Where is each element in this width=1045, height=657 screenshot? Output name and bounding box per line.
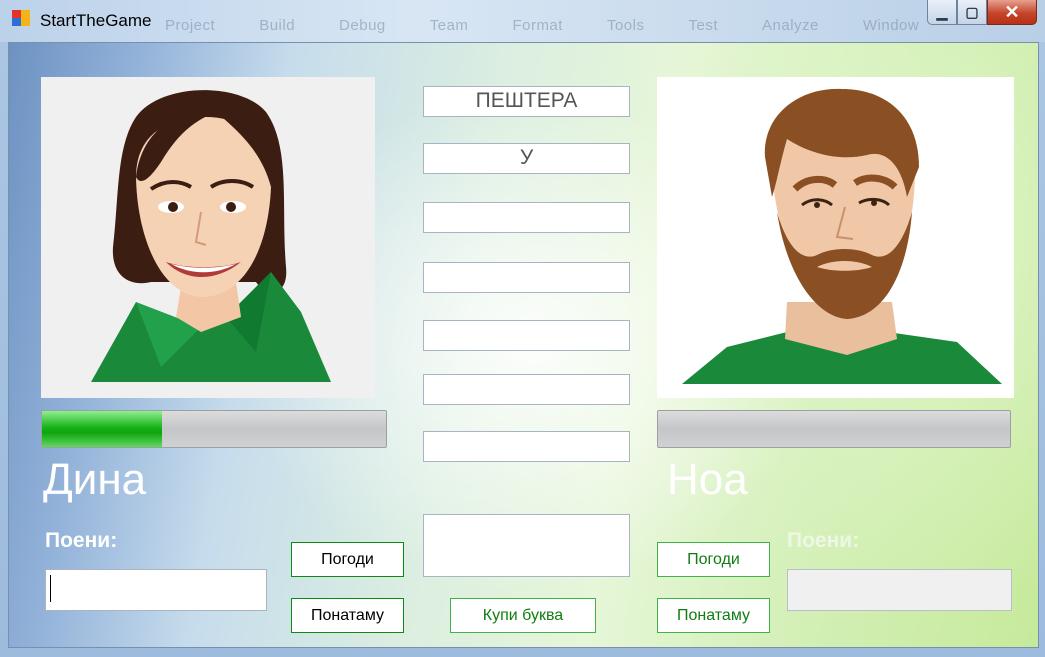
word-box-6[interactable] (423, 374, 630, 405)
word-box-2[interactable]: У (423, 143, 630, 174)
player2-avatar (657, 77, 1014, 398)
background-menu-item: Window (862, 17, 920, 34)
background-menu-item: Tools (606, 17, 645, 34)
word-box-5[interactable] (423, 320, 630, 351)
window-title: StartTheGame (40, 11, 152, 30)
player2-name: Ноа (667, 455, 748, 504)
close-button[interactable]: ✕ (987, 0, 1037, 25)
background-menu-item: Project (165, 17, 216, 34)
player2-points-label: Поени: (787, 529, 860, 552)
word-box-1[interactable]: ПЕШТЕРА (423, 86, 630, 117)
player1-next-button[interactable]: Понатаму (291, 598, 404, 633)
player1-guess-button[interactable]: Погоди (291, 542, 404, 577)
background-menu-item: Debug (339, 17, 386, 34)
maximize-button[interactable]: ▢ (957, 0, 987, 25)
player2-progress-bar (657, 410, 1011, 448)
female-avatar-icon (91, 90, 331, 382)
text-cursor (50, 575, 51, 602)
player1-progress-bar (41, 410, 387, 448)
player2-next-button[interactable]: Понатаму (657, 598, 770, 633)
app-window: StartTheGame Project Build Debug Team Format… (0, 0, 1045, 657)
word-box-3[interactable] (423, 202, 630, 233)
player1-points-label: Поени: (45, 529, 118, 552)
player1-avatar (41, 77, 375, 398)
background-menu-item: Analyze (762, 17, 819, 34)
male-avatar-icon (682, 88, 1002, 384)
player2-points-field[interactable] (787, 569, 1012, 611)
player1-name: Дина (43, 455, 147, 504)
background-menu-item: Format (512, 17, 563, 34)
word-box-4[interactable] (423, 262, 630, 293)
title-bar[interactable]: StartTheGame Project Build Debug Team Format… (0, 0, 1045, 42)
player1-progress-fill (42, 411, 163, 447)
window-controls: ▁ ▢ ✕ (927, 0, 1037, 26)
background-menu-item: Build (259, 17, 296, 34)
maximize-icon: ▢ (965, 3, 979, 20)
background-menu-item: Test (688, 17, 718, 34)
app-icon (12, 10, 32, 28)
player1-points-field[interactable] (45, 569, 267, 611)
minimize-button[interactable]: ▁ (927, 0, 957, 25)
answer-input[interactable] (423, 514, 630, 577)
player2-guess-button[interactable]: Погоди (657, 542, 770, 577)
game-panel: Дина Ноа Поени: Поени: ПЕШТЕРА У Погоди … (8, 42, 1039, 648)
close-icon: ✕ (1004, 1, 1020, 22)
minimize-icon: ▁ (936, 3, 948, 20)
buy-letter-button[interactable]: Купи буква (450, 598, 596, 633)
word-box-7[interactable] (423, 431, 630, 462)
background-menu-bar: Project Build Debug Team Format Tools Test Anal… (165, 17, 963, 34)
background-menu-item: Team (429, 17, 469, 34)
